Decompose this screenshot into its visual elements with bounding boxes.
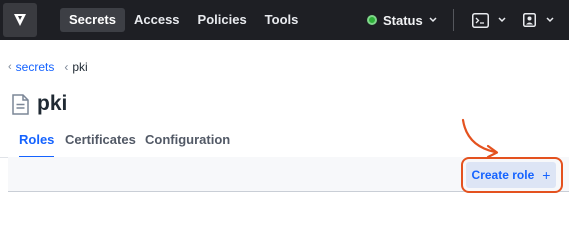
tab-configuration[interactable]: Configuration <box>145 132 230 158</box>
console-button[interactable] <box>472 11 506 29</box>
top-nav-bar: Secrets Access Policies Tools Status <box>0 0 569 40</box>
nav-item-policies[interactable]: Policies <box>189 8 256 32</box>
nav-item-secrets[interactable]: Secrets <box>60 8 125 32</box>
vault-logo-icon <box>14 14 26 26</box>
terminal-icon <box>472 12 489 28</box>
page-title-text: pki <box>37 92 68 115</box>
logo-box <box>3 3 37 37</box>
tab-roles[interactable]: Roles <box>19 132 55 158</box>
annotation-highlight-box <box>461 157 563 193</box>
chevron-down-icon <box>498 17 506 23</box>
nav-item-tools[interactable]: Tools <box>256 8 308 32</box>
breadcrumb-current: pki <box>72 60 88 74</box>
nav-items: Secrets Access Policies Tools <box>60 7 307 33</box>
nav-divider <box>453 9 454 31</box>
user-menu-button[interactable] <box>523 11 554 29</box>
chevron-left-icon: ‹ <box>8 61 12 73</box>
chevron-left-icon: ‹ <box>64 60 69 74</box>
tab-certificates[interactable]: Certificates <box>65 132 136 158</box>
chevron-down-icon <box>546 17 554 23</box>
vault-logo[interactable] <box>0 0 40 40</box>
status-label: Status <box>383 12 423 28</box>
page-title: pki <box>12 92 67 116</box>
status-indicator-icon <box>367 15 377 25</box>
chevron-down-icon <box>429 17 437 23</box>
annotation-arrow-icon <box>461 118 499 159</box>
breadcrumb: ‹ secrets ‹ pki <box>8 60 88 74</box>
breadcrumb-secrets-link[interactable]: secrets <box>16 60 55 74</box>
status-menu[interactable]: Status <box>367 8 437 32</box>
document-icon <box>12 93 29 115</box>
nav-item-access[interactable]: Access <box>125 8 189 32</box>
user-icon <box>523 13 536 27</box>
